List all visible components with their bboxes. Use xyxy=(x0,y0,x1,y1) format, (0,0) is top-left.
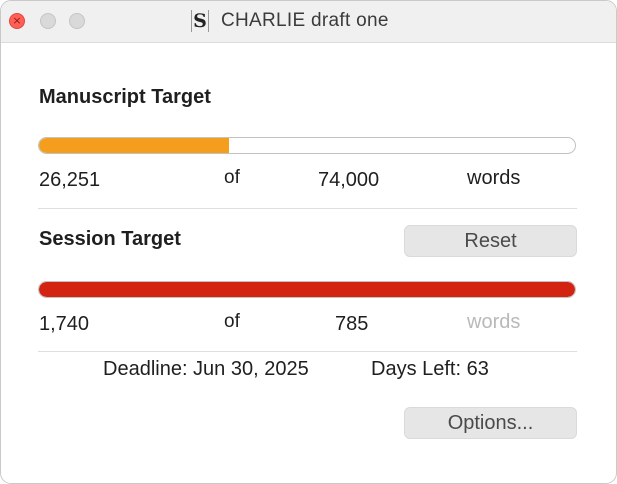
session-target-heading: Session Target xyxy=(39,228,181,250)
close-window-button[interactable]: × xyxy=(9,13,25,29)
manuscript-progress-fill xyxy=(39,138,230,153)
session-target-count: 785 xyxy=(335,313,369,335)
session-unit-label: words xyxy=(467,311,521,333)
manuscript-current-count: 26,251 xyxy=(39,169,101,191)
minimize-window-button[interactable] xyxy=(40,13,56,29)
manuscript-target-heading: Manuscript Target xyxy=(39,86,211,108)
manuscript-unit-label: words xyxy=(467,167,521,189)
session-current-count: 1,740 xyxy=(39,313,90,335)
days-left-label: Days Left: 63 xyxy=(371,358,489,380)
title-bar: × S CHARLIE draft one xyxy=(1,1,616,43)
scrivener-doc-icon: S xyxy=(191,10,209,32)
session-progress-bar xyxy=(38,281,576,298)
project-targets-window: × S CHARLIE draft one Manuscript Target … xyxy=(0,0,617,484)
window-title-group: S CHARLIE draft one xyxy=(191,9,389,33)
session-progress-fill xyxy=(39,282,575,297)
deadline-label: Deadline: Jun 30, 2025 xyxy=(103,358,309,380)
window-title: CHARLIE draft one xyxy=(221,10,389,31)
manuscript-progress-bar xyxy=(38,137,576,154)
divider xyxy=(38,351,577,352)
reset-button[interactable]: Reset xyxy=(404,225,577,257)
session-of-label: of xyxy=(224,311,240,332)
divider xyxy=(38,208,577,209)
zoom-window-button[interactable] xyxy=(69,13,85,29)
manuscript-target-count: 74,000 xyxy=(318,169,380,191)
manuscript-of-label: of xyxy=(224,167,240,188)
close-icon: × xyxy=(12,14,22,27)
options-button[interactable]: Options... xyxy=(404,407,577,439)
